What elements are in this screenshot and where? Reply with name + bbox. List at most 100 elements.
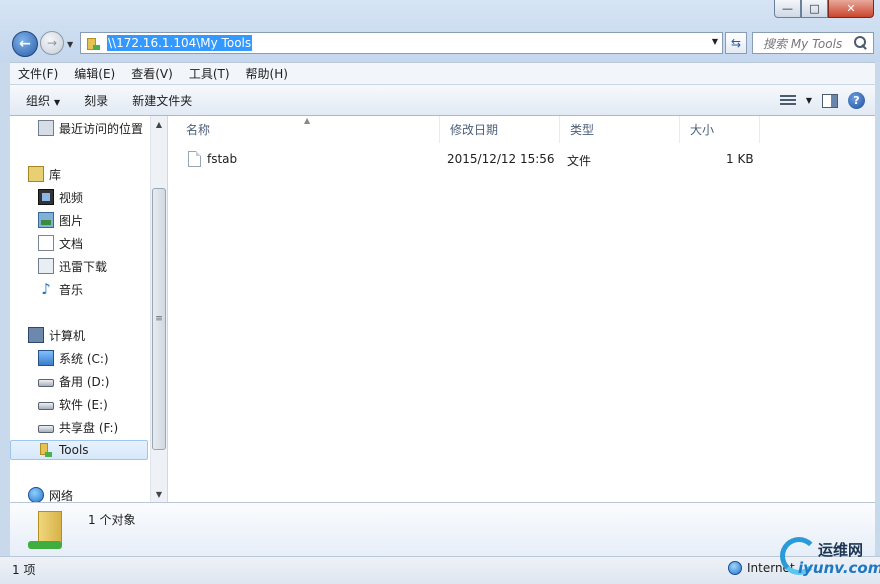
menu-help[interactable]: 帮助(H) [238, 65, 296, 82]
column-type[interactable]: 类型 [560, 116, 680, 143]
sidebar-item-label: 共享盘 (F:) [59, 420, 119, 435]
file-name: fstab [207, 152, 238, 166]
sidebar-item-tools[interactable]: Tools [10, 440, 148, 460]
maximize-button[interactable]: □ [801, 0, 828, 18]
drive-icon [38, 402, 54, 410]
network-icon [28, 487, 44, 503]
organize-label: 组织 [26, 93, 51, 108]
sidebar-item-label: 图片 [59, 213, 84, 228]
file-icon [188, 151, 201, 167]
menu-edit[interactable]: 编辑(E) [66, 65, 123, 82]
watermark-logo: 运维网 iyunv.com [780, 535, 880, 581]
sidebar-item-videos[interactable]: 视频 [38, 187, 83, 207]
status-bar: 1 项 Internet [0, 556, 880, 584]
address-text[interactable]: \\172.16.1.104\My Tools [107, 35, 253, 51]
scroll-down-icon[interactable]: ▼ [151, 486, 167, 502]
menu-bar: 文件(F) 编辑(E) 查看(V) 工具(T) 帮助(H) [10, 62, 875, 84]
column-name-label: 名称 [186, 123, 211, 137]
sidebar-item-drive-e[interactable]: 软件 (E:) [38, 394, 108, 414]
sidebar-item-label: Tools [59, 443, 89, 457]
file-type: 文件 [567, 154, 592, 168]
watermark-en: iyunv.com [798, 559, 880, 577]
sidebar-item-music[interactable]: ♪ 音乐 [38, 279, 83, 299]
sidebar-item-pictures[interactable]: 图片 [38, 210, 83, 230]
view-options-dropdown-icon[interactable]: ▼ [806, 96, 812, 105]
column-modified-label: 修改日期 [450, 123, 499, 137]
recent-places-icon [38, 120, 54, 136]
sidebar-item-label: 计算机 [49, 328, 86, 343]
sidebar-item-label: 文档 [59, 236, 84, 251]
column-type-label: 类型 [570, 123, 595, 137]
sidebar-item-label: 最近访问的位置 [59, 121, 144, 136]
column-modified[interactable]: 修改日期 [440, 116, 560, 143]
forward-button[interactable]: → [40, 31, 64, 55]
view-controls: ▼ ? [779, 92, 865, 109]
column-size[interactable]: 大小 [680, 116, 760, 143]
network-folder-icon [28, 509, 68, 551]
library-icon [28, 166, 44, 182]
file-modified: 2015/12/12 15:56 [447, 152, 555, 166]
burn-button[interactable]: 刻录 [76, 92, 116, 109]
details-pane: 1 个对象 [10, 502, 875, 556]
address-dropdown-icon[interactable]: ▼ [712, 37, 718, 46]
menu-file[interactable]: 文件(F) [10, 65, 66, 82]
sidebar-item-label: 库 [49, 167, 62, 182]
file-row[interactable]: fstab 2015/12/12 15:56 文件 1 KB [168, 149, 875, 171]
refresh-button[interactable]: ⇆ [725, 32, 747, 54]
sidebar-item-libraries[interactable]: 库 [28, 164, 61, 184]
close-button[interactable]: ✕ [828, 0, 874, 18]
search-icon[interactable] [853, 35, 869, 51]
change-view-icon[interactable] [779, 94, 796, 107]
file-list: 名称 ▲ 修改日期 类型 大小 fstab 2015/12/12 15:56 文… [168, 116, 875, 502]
back-button[interactable]: ← [12, 31, 38, 57]
video-icon [38, 189, 54, 205]
scrollbar-thumb[interactable]: ≡ [152, 188, 166, 450]
sidebar-item-label: 软件 (E:) [59, 397, 108, 412]
download-icon [38, 258, 54, 274]
sidebar-item-label: 音乐 [59, 282, 84, 297]
refresh-icon: ⇆ [730, 36, 742, 50]
sidebar-item-label: 视频 [59, 190, 84, 205]
search-box[interactable]: 搜索 My Tools [752, 32, 874, 54]
column-size-label: 大小 [690, 123, 715, 137]
window-controls: — □ ✕ [774, 0, 874, 18]
network-folder-icon [38, 442, 54, 458]
sidebar-item-drive-f[interactable]: 共享盘 (F:) [38, 417, 118, 437]
drive-icon [38, 379, 54, 387]
preview-pane-icon[interactable] [822, 93, 838, 108]
sidebar-item-label: 网络 [49, 488, 74, 503]
computer-icon [28, 327, 44, 343]
address-bar[interactable]: \\172.16.1.104\My Tools ▼ [80, 32, 723, 54]
picture-icon [38, 212, 54, 228]
sidebar-item-label: 迅雷下载 [59, 259, 108, 274]
minimize-button[interactable]: — [774, 0, 801, 18]
navigation-scrollbar[interactable]: ▲ ≡ ▼ [150, 116, 167, 502]
watermark-cn: 运维网 [818, 541, 864, 559]
document-icon [38, 235, 54, 251]
scroll-up-icon[interactable]: ▲ [151, 116, 167, 132]
chevron-down-icon: ▼ [54, 97, 61, 107]
new-folder-button[interactable]: 新建文件夹 [124, 92, 200, 109]
sidebar-item-recent[interactable]: 最近访问的位置 [38, 118, 143, 138]
sidebar-item-drive-c[interactable]: 系统 (C:) [38, 348, 109, 368]
sort-ascending-icon: ▲ [304, 116, 311, 125]
menu-view[interactable]: 查看(V) [123, 65, 181, 82]
file-size: 1 KB [726, 152, 754, 166]
search-input[interactable]: 搜索 My Tools [763, 35, 853, 52]
organize-button[interactable]: 组织 ▼ [18, 92, 68, 109]
command-bar: 组织 ▼ 刻录 新建文件夹 ▼ ? [10, 84, 875, 116]
navigation-pane: 最近访问的位置 库 视频 图片 文档 迅雷下载 ♪ 音乐 计算机 系统 (C:)… [10, 116, 167, 503]
sidebar-item-drive-d[interactable]: 备用 (D:) [38, 371, 109, 391]
network-folder-icon [87, 36, 101, 50]
sidebar-item-documents[interactable]: 文档 [38, 233, 83, 253]
menu-tools[interactable]: 工具(T) [181, 65, 238, 82]
recent-pages-dropdown[interactable]: ▼ [67, 40, 73, 49]
drive-icon [38, 425, 54, 433]
help-icon[interactable]: ? [848, 92, 865, 109]
sidebar-item-computer[interactable]: 计算机 [28, 325, 85, 345]
column-name[interactable]: 名称 ▲ [168, 116, 440, 143]
selection-count: 1 个对象 [88, 513, 136, 527]
sidebar-item-label: 系统 (C:) [59, 351, 109, 366]
sidebar-item-downloads[interactable]: 迅雷下载 [38, 256, 107, 276]
sidebar-item-label: 备用 (D:) [59, 374, 110, 389]
